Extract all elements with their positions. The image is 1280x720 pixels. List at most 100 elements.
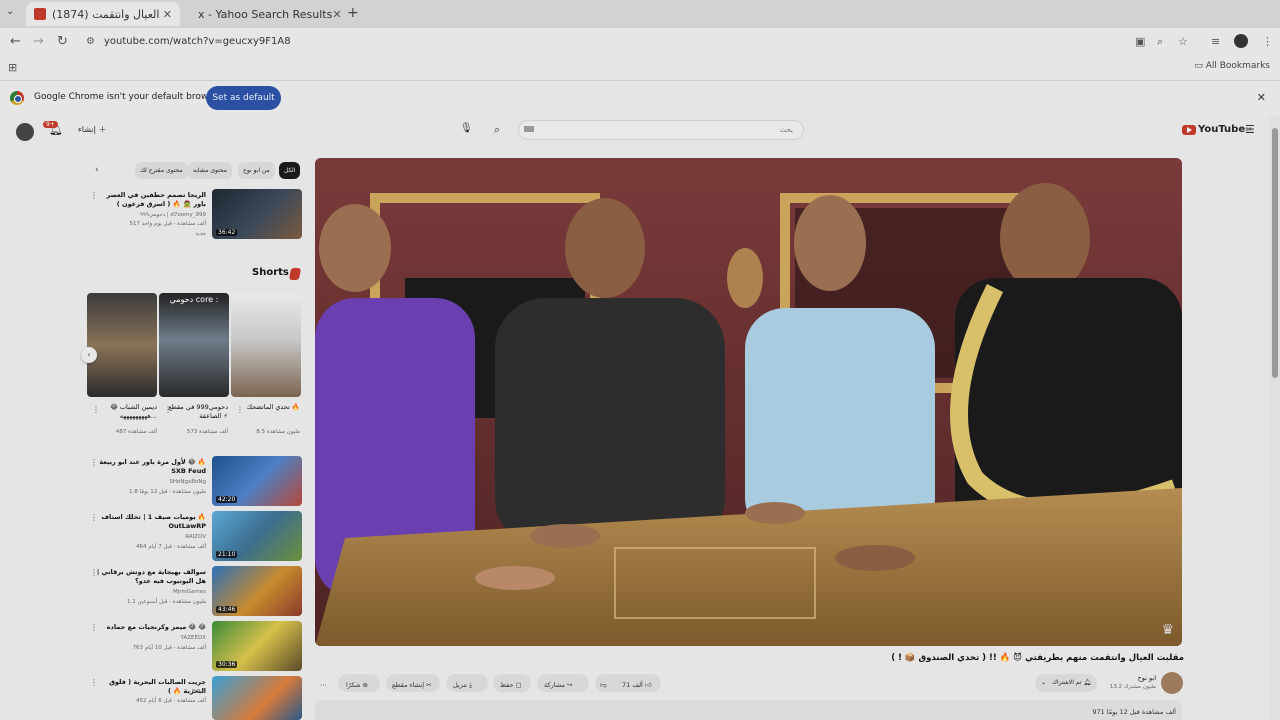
channel-name[interactable]: دحومي٩٩٩ | d7oomy_999	[94, 212, 206, 218]
video-thumbnail[interactable]: 30:36	[212, 621, 302, 671]
chrome-logo-icon	[10, 91, 24, 105]
video-thumbnail[interactable]: 36:42	[212, 189, 302, 239]
channel-watermark-icon[interactable]: ♛	[1161, 622, 1174, 638]
chip-similar[interactable]: محتوى مشابه	[188, 162, 232, 179]
sidebar-video-item[interactable]: 42:20 لأول مرة باور عند ابو ربيعة 😂 🔥 SX…	[88, 456, 302, 508]
chip-all[interactable]: الكل	[279, 162, 301, 179]
channel-name[interactable]: SHoNgxBoNg	[94, 479, 206, 485]
back-icon[interactable]: ←	[10, 34, 21, 49]
video-title[interactable]: الريحا تصمم حظفين في العصر باور 🧟 🔥 ( اس…	[94, 191, 206, 209]
default-browser-message: Google Chrome isn't your default browser	[34, 92, 223, 102]
sidebar-video-item[interactable]: 21:10 يوميات صيف 1 | تخلك استاف 🔥 OutLaw…	[88, 511, 302, 563]
video-duration: 42:20	[216, 496, 238, 503]
channel-name[interactable]: RAIZOV	[94, 534, 206, 540]
sidebar-video-item[interactable]: 36:42 الريحا تصمم حظفين في العصر باور 🧟 …	[88, 189, 302, 245]
sidebar-video-item[interactable]: 30:36 ميمز وكرنجيات مع جماده 😂 😂 YAZEEDX…	[88, 621, 302, 673]
video-thumbnail[interactable]: 21:10	[212, 511, 302, 561]
shorts-prev-icon[interactable]: ‹	[81, 347, 97, 363]
channel-name[interactable]: ابو نوح	[1110, 674, 1156, 682]
bookmarks-bar: ⊞ ▭ All Bookmarks	[0, 56, 1280, 80]
search-input[interactable]: بحث	[518, 120, 804, 140]
apps-grid-icon[interactable]: ⊞	[8, 61, 17, 74]
more-actions-icon[interactable]: ⋯	[320, 678, 327, 692]
profile-avatar[interactable]	[1234, 34, 1248, 48]
subscriber-count: 13.2 مليون مشترك	[1109, 684, 1156, 690]
dislike-button[interactable]: 👎︎	[600, 678, 607, 692]
short-thumbnail[interactable]: دحومي core :	[159, 293, 229, 397]
cast-icon[interactable]: ▣	[1135, 35, 1145, 48]
account-avatar[interactable]	[16, 123, 34, 141]
keyboard-icon[interactable]	[524, 126, 534, 132]
clip-button[interactable]: إنشاء مقطع ✂	[392, 678, 432, 692]
more-actions-icon[interactable]: ⋮	[92, 405, 100, 414]
search-placeholder: بحث	[779, 126, 793, 134]
video-player[interactable]: ♛	[315, 158, 1182, 646]
more-actions-icon[interactable]: ⋮	[90, 568, 98, 577]
guide-menu-icon[interactable]: ☰	[1245, 123, 1255, 136]
tab-youtube[interactable]: (1874) مقلبت العيال وانتقمت ✕	[26, 2, 180, 26]
default-browser-infobar: Google Chrome isn't your default browser…	[0, 80, 1280, 116]
video-meta: 763 ألف مشاهدة · قبل 10 أيام	[132, 645, 206, 651]
video-thumbnail[interactable]: 42:20	[212, 456, 302, 506]
description-box[interactable]	[315, 700, 1182, 720]
forward-icon[interactable]: →	[33, 34, 44, 49]
video-title[interactable]: لأول مرة باور عند ابو ربيعة 😂 🔥 SXB Feud	[94, 458, 206, 476]
chip-suggested[interactable]: محتوى مقترح لك	[135, 162, 188, 179]
more-actions-icon[interactable]: ⋮	[90, 513, 98, 522]
more-actions-icon[interactable]: ⋮	[164, 405, 172, 414]
more-actions-icon[interactable]: ⋮	[90, 678, 98, 687]
media-control-icon[interactable]: ≡	[1211, 35, 1220, 48]
video-title[interactable]: سوالف بهبجاية مع دوتش برقاني | هل اليوتي…	[94, 568, 206, 586]
channel-name[interactable]: YAZEEDX	[94, 635, 206, 641]
channel-name[interactable]: F R S	[94, 689, 206, 695]
short-title[interactable]: دحومي999 في مقطع الصاعقة ⚡	[168, 403, 228, 421]
reload-icon[interactable]: ↻	[57, 34, 68, 49]
more-actions-icon[interactable]: ⋮	[90, 623, 98, 632]
voice-search-icon[interactable]: 🎙︎	[460, 123, 473, 134]
chip-from-channel[interactable]: من ابو نوح	[238, 162, 275, 179]
set-default-button[interactable]: Set as default	[206, 86, 281, 110]
more-actions-icon[interactable]: ⋮	[90, 458, 98, 467]
save-button[interactable]: حفظ ▢	[500, 678, 522, 692]
sidebar-video-item[interactable]: جريت الصالبات البحرية ( فلوق البحرية 🔥 )…	[88, 676, 302, 720]
share-button[interactable]: مشاركة ↪	[544, 678, 573, 692]
short-title[interactable]: تحدي الماتضحك 🔥	[240, 403, 300, 412]
address-bar[interactable]: ⚙ youtube.com/watch?v=geucxy9F1A8	[80, 32, 1140, 52]
create-button[interactable]: إنشاء ＋	[78, 124, 106, 135]
video-title[interactable]: يوميات صيف 1 | تخلك استاف 🔥 OutLawRP	[94, 513, 206, 531]
zoom-icon[interactable]: ⌕	[1157, 35, 1163, 49]
channel-avatar[interactable]	[1161, 672, 1183, 694]
video-thumbnail[interactable]: 43:46	[212, 566, 302, 616]
like-button[interactable]: 71 ألف 👍︎	[622, 678, 652, 692]
download-button[interactable]: تنزيل ⤓	[453, 678, 472, 692]
short-views: 8.5 مليون مشاهدة	[256, 429, 300, 435]
new-tab-icon[interactable]: +	[347, 5, 359, 21]
close-infobar-icon[interactable]: ✕	[1257, 91, 1266, 104]
channel-name[interactable]: MjrmGames	[94, 589, 206, 595]
search-icon[interactable]: ⌕	[494, 123, 500, 137]
more-actions-icon[interactable]: ⋮	[90, 191, 98, 200]
page-scrollbar[interactable]	[1270, 116, 1280, 720]
bookmark-star-icon[interactable]: ☆	[1178, 35, 1188, 48]
short-title[interactable]: ديمين الشباب 😂 هههههههههه...	[97, 403, 157, 421]
thanks-button[interactable]: شكرًا ⊛	[346, 678, 368, 692]
menu-kebab-icon[interactable]: ⋮	[1262, 35, 1273, 48]
tab-yahoo[interactable]: x - Yahoo Search Results ✕	[184, 2, 342, 26]
scrollbar-thumb[interactable]	[1272, 128, 1278, 378]
save-label: حفظ	[500, 681, 514, 689]
video-thumbnail[interactable]	[212, 676, 302, 720]
close-tab-icon[interactable]: ✕	[163, 8, 172, 21]
all-bookmarks[interactable]: ▭ All Bookmarks	[1194, 61, 1270, 71]
youtube-logo[interactable]: YouTube SA	[1182, 124, 1252, 135]
sidebar-video-item[interactable]: 43:46 سوالف بهبجاية مع دوتش برقاني | هل …	[88, 566, 302, 618]
close-tab-icon[interactable]: ✕	[332, 8, 341, 21]
short-thumbnail[interactable]	[231, 293, 301, 397]
short-overlay-text: دحومي core :	[169, 295, 219, 304]
video-title[interactable]: ميمز وكرنجيات مع جماده 😂 😂	[94, 623, 206, 632]
more-actions-icon[interactable]: ⋮	[236, 405, 244, 414]
chips-scroll-left-icon[interactable]: ‹	[95, 165, 99, 175]
short-thumbnail[interactable]	[87, 293, 157, 397]
tab-search-icon[interactable]: ⌄	[6, 6, 14, 17]
site-info-icon[interactable]: ⚙	[86, 32, 95, 52]
subscribed-button[interactable]: ⌄ تم الاشتراك 🔔︎	[1035, 674, 1097, 692]
